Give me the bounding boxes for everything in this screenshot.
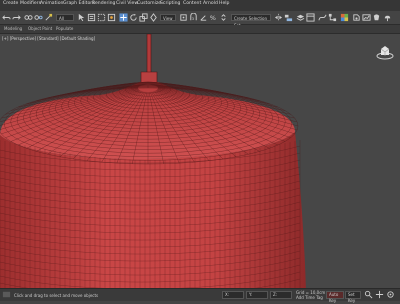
align-icon[interactable] — [284, 13, 293, 22]
reference-coordinate-dropdown[interactable]: View — [160, 14, 176, 21]
percent-snap-icon[interactable]: % — [209, 13, 218, 22]
ribbon: Modeling Object Paint Populate — [0, 25, 400, 34]
status-bar: Click and drag to select and move object… — [0, 288, 400, 303]
angle-snap-icon[interactable] — [199, 13, 208, 22]
3dsmax-window: Create Modifiers Animation Graph Editors… — [0, 0, 400, 303]
menu-arnold[interactable]: Arnold — [203, 1, 218, 6]
viewport-scene — [0, 34, 306, 288]
script-listener-icon[interactable] — [2, 290, 11, 299]
add-time-tag[interactable]: Add Time Tag — [296, 295, 323, 300]
window-crossing-icon[interactable] — [107, 13, 116, 22]
ribbon-tab-populate[interactable]: Populate — [56, 26, 73, 31]
menu-modifiers[interactable]: Modifiers — [20, 1, 41, 6]
menu-civil-view[interactable]: Civil View — [116, 1, 138, 6]
main-toolbar: All View 3 % Create Selection Set — [0, 11, 400, 28]
pendant-cable — [146, 34, 152, 75]
named-selection-set[interactable]: Create Selection Set — [231, 14, 271, 28]
pan-icon[interactable] — [375, 290, 384, 299]
undo-icon[interactable] — [2, 13, 11, 22]
menu-animation[interactable]: Animation — [40, 1, 63, 6]
prompt-line: Click and drag to select and move object… — [14, 293, 99, 298]
render-frame-icon[interactable] — [362, 13, 371, 22]
layer-icon[interactable] — [296, 13, 305, 22]
y-coordinate-field[interactable]: Y: — [246, 291, 268, 299]
select-icon[interactable] — [77, 13, 86, 22]
rotate-icon[interactable] — [129, 13, 138, 22]
x-coordinate-field[interactable]: X: — [222, 291, 244, 299]
menu-customize[interactable]: Customize — [137, 1, 161, 6]
redo-icon[interactable] — [12, 13, 21, 22]
auto-key-button[interactable]: Auto Key — [326, 291, 344, 303]
menu-graph-editors[interactable]: Graph Editors — [63, 1, 95, 6]
ribbon-tab-modeling[interactable]: Modeling — [4, 26, 22, 31]
z-coordinate-field[interactable]: Z: — [270, 291, 292, 299]
spinner-snap-icon[interactable] — [219, 13, 228, 22]
ribbon-tab-object-paint[interactable]: Object Paint — [28, 26, 52, 31]
move-icon[interactable] — [119, 13, 128, 22]
menu-scripting[interactable]: Scripting — [160, 1, 180, 6]
unlink-icon[interactable] — [34, 13, 43, 22]
mirror-icon[interactable] — [274, 13, 283, 22]
menu-content[interactable]: Content — [183, 1, 201, 6]
menu-help[interactable]: Help — [219, 1, 229, 6]
wireframe-side-mesh — [0, 140, 301, 288]
pivot-icon[interactable] — [179, 13, 188, 22]
svg-text:%: % — [210, 15, 216, 22]
viewcube-home-icon[interactable] — [376, 44, 394, 60]
scene-explorer-icon[interactable] — [306, 13, 315, 22]
menu-rendering[interactable]: Rendering — [92, 1, 115, 6]
curve-editor-icon[interactable] — [318, 13, 327, 22]
select-by-name-icon[interactable] — [87, 13, 96, 22]
bind-icon[interactable] — [44, 13, 53, 22]
orbit-icon[interactable] — [386, 290, 395, 299]
material-editor-icon[interactable] — [340, 13, 349, 22]
selection-filter-dropdown[interactable]: All — [56, 14, 74, 21]
svg-text:3: 3 — [192, 17, 194, 21]
lamp-shade-top — [0, 82, 295, 160]
perspective-viewport[interactable]: [+] [Perspective] [Standard] [Default Sh… — [0, 34, 400, 288]
render-setup-icon[interactable] — [352, 13, 361, 22]
link-icon[interactable] — [24, 13, 33, 22]
snap-icon[interactable]: 3 — [189, 13, 198, 22]
render-online-icon[interactable] — [383, 13, 392, 22]
rect-select-icon[interactable] — [97, 13, 106, 22]
set-key-button[interactable]: Set Key — [345, 291, 361, 303]
menu-create[interactable]: Create — [3, 1, 18, 6]
scale-icon[interactable] — [139, 13, 148, 22]
place-icon[interactable] — [149, 13, 158, 22]
schematic-icon[interactable] — [328, 13, 337, 22]
render-icon[interactable] — [372, 13, 381, 22]
zoom-icon[interactable] — [364, 290, 373, 299]
